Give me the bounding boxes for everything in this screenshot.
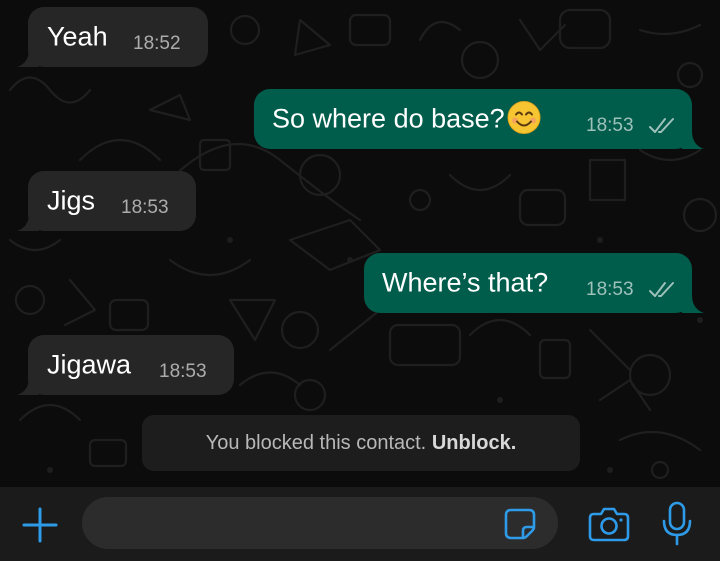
message-bubble-incoming[interactable]: Jigs 18:53: [28, 171, 196, 231]
message-time: 18:52: [133, 33, 181, 54]
blocked-contact-notice: You blocked this contact. Unblock.: [142, 415, 580, 471]
message-text: Jigs: [47, 185, 96, 216]
message-bubble-incoming[interactable]: Jigawa 18:53: [28, 335, 234, 395]
blocked-notice-text: You blocked this contact.: [205, 432, 427, 454]
message-text: Jigawa: [47, 349, 132, 380]
chat-screen: Yeah 18:52 So where do base? 18:53 Jigs …: [0, 0, 720, 561]
bubble-tail-icon: [682, 295, 704, 313]
plus-icon[interactable]: [20, 505, 60, 545]
message-bubble-outgoing[interactable]: Where’s that? 18:53: [364, 253, 692, 313]
camera-icon[interactable]: [588, 505, 630, 543]
smiling-face-icon: [507, 100, 541, 134]
message-bubble-incoming[interactable]: Yeah 18:52: [28, 7, 208, 67]
bubble-tail-icon: [682, 131, 704, 149]
message-time: 18:53: [159, 361, 207, 382]
message-composer: [0, 487, 720, 561]
double-check-icon: [649, 282, 674, 297]
unblock-link[interactable]: Unblock.: [432, 432, 516, 454]
message-time: 18:53: [586, 115, 634, 136]
double-check-icon: [649, 118, 674, 133]
bubble-tail-icon: [17, 213, 39, 231]
message-time: 18:53: [586, 279, 634, 300]
message-text: Where’s that?: [382, 267, 549, 298]
message-input[interactable]: [82, 497, 558, 549]
microphone-icon[interactable]: [660, 501, 694, 547]
sticker-icon[interactable]: [503, 507, 537, 541]
message-time: 18:53: [121, 197, 169, 218]
bubble-tail-icon: [17, 49, 39, 67]
chat-wallpaper: [8, 8, 718, 480]
message-text: Yeah: [47, 21, 108, 52]
bubble-tail-icon: [17, 377, 39, 395]
message-text-group: So where do base?: [272, 100, 541, 135]
message-text: So where do base?: [272, 103, 505, 134]
message-bubble-outgoing[interactable]: So where do base? 18:53: [254, 89, 692, 149]
